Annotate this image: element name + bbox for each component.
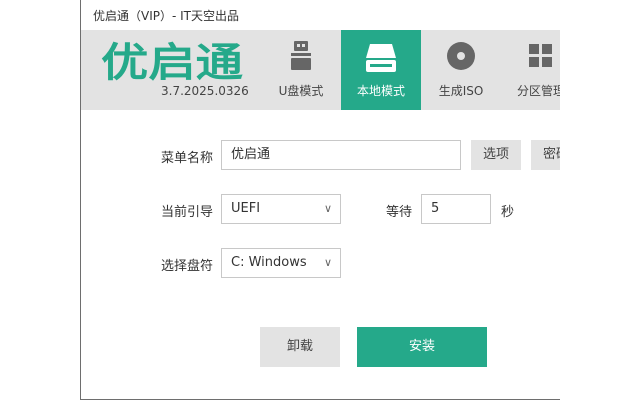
disc-icon [447, 42, 475, 70]
app-logo: 优启通 [101, 40, 243, 84]
version-label: 3.7.2025.0326 [161, 84, 249, 98]
app-window: 优启通（VIP）- IT天空出品 优启通 3.7.2025.0326 U盘模式 [80, 0, 560, 400]
drive-letter-select[interactable]: C: Windows ∨ [221, 248, 341, 278]
boot-mode-label: 当前引导 [161, 205, 214, 220]
tab-partition-manager[interactable]: 分区管理 [501, 30, 560, 110]
partition-grid-icon [529, 44, 552, 67]
wait-label: 等待 [386, 205, 413, 220]
drive-letter-label: 选择盘符 [161, 259, 214, 274]
tab-local-mode-label: 本地模式 [356, 84, 405, 98]
wait-seconds-input[interactable]: 5 [421, 194, 491, 224]
boot-mode-value: UEFI [231, 201, 261, 216]
window-title: 优启通（VIP）- IT天空出品 [93, 9, 239, 23]
install-button[interactable]: 安装 [357, 327, 487, 367]
header-bar: 优启通 3.7.2025.0326 U盘模式 本地模式 生成ISO 分区管 [81, 30, 560, 110]
tab-partition-manager-label: 分区管理 [516, 84, 560, 98]
chevron-down-icon: ∨ [323, 202, 332, 215]
boot-mode-select[interactable]: UEFI ∨ [221, 194, 341, 224]
tab-local-mode[interactable]: 本地模式 [341, 30, 421, 110]
chevron-down-icon: ∨ [323, 256, 332, 269]
hard-drive-icon [366, 44, 396, 72]
options-button[interactable]: 选项 [471, 140, 521, 170]
menu-name-label: 菜单名称 [161, 151, 214, 166]
tab-create-iso[interactable]: 生成ISO [421, 30, 501, 110]
tab-usb-mode-label: U盘模式 [278, 84, 324, 98]
password-button[interactable]: 密码 [531, 140, 560, 170]
usb-drive-icon [291, 41, 311, 70]
title-bar[interactable]: 优启通（VIP）- IT天空出品 [81, 0, 560, 30]
tab-usb-mode[interactable]: U盘模式 [261, 30, 341, 110]
menu-name-input[interactable]: 优启通 [221, 140, 461, 170]
tab-create-iso-label: 生成ISO [438, 84, 484, 98]
svg-text:优启通: 优启通 [101, 40, 243, 84]
drive-letter-value: C: Windows [231, 255, 307, 270]
uninstall-button[interactable]: 卸载 [260, 327, 340, 367]
wait-unit-label: 秒 [501, 205, 515, 220]
